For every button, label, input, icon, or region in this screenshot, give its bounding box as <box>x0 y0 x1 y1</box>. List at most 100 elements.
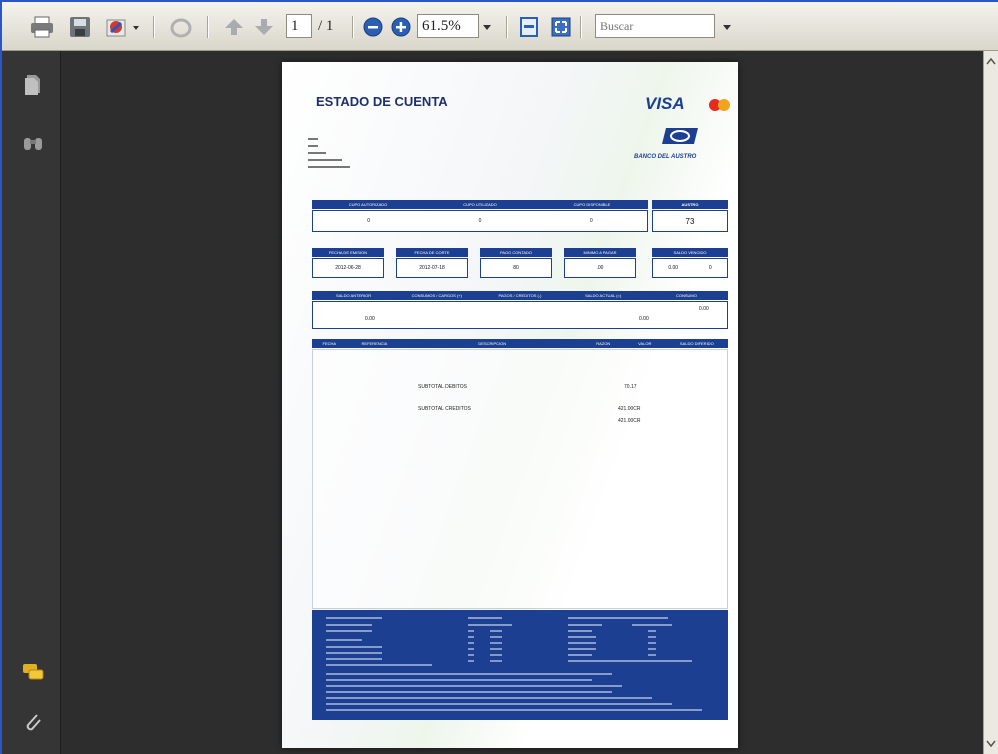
chevron-down-icon <box>483 25 491 30</box>
austro-label: AUSTRO <box>681 202 699 207</box>
bookmarks-panel-button[interactable] <box>22 131 44 153</box>
zoom-in-icon <box>391 17 411 37</box>
toolbar-separator <box>207 16 209 38</box>
page-number-input[interactable] <box>286 14 312 38</box>
print-button[interactable] <box>28 14 56 40</box>
austro-points-value: 73 <box>685 216 695 226</box>
header-cupo-disponible: CUPO DISPONIBLE <box>573 202 611 207</box>
value-cupo-disponible: 0 <box>589 218 593 224</box>
col-valor: VALOR <box>638 341 652 346</box>
scroll-up-icon <box>986 57 996 65</box>
movements-table <box>312 349 728 609</box>
toolbar-separator <box>506 16 508 38</box>
document-title: ESTADO DE CUENTA <box>316 94 448 109</box>
footer-info-panel <box>312 610 728 720</box>
scroll-down-icon <box>986 740 996 748</box>
header-minimo-pagar: MINIMO A PAGAR <box>564 248 636 257</box>
header-pago-contado: PAGO CONTADO <box>480 248 552 257</box>
movements-header: FECHA REFERENCIA DESCRIPCION RAZON VALOR… <box>312 339 728 348</box>
arrow-down-icon <box>255 19 273 35</box>
col-saldo-diferido: SALDO DIFERIDO <box>679 341 714 346</box>
toolbar-separator <box>580 16 582 38</box>
toolbar: / 1 <box>2 2 998 51</box>
hand-icon <box>170 18 192 38</box>
header-saldo-anterior: SALDO ANTERIOR <box>336 293 372 298</box>
save-icon <box>70 17 90 37</box>
pdf-page: ESTADO DE CUENTA VISA BANCO DEL AUSTRO C… <box>282 62 738 748</box>
customer-info <box>308 138 350 168</box>
col-descripcion: DESCRIPCION <box>478 341 507 346</box>
subtotal-credits-label: SUBTOTAL CREDITOS <box>418 406 471 412</box>
bank-logo <box>662 124 702 151</box>
header-saldo-vencido: SALDO VENCIDO <box>652 248 728 257</box>
value-saldo-vencido: 0.00 0 <box>652 258 728 278</box>
mastercard-logo <box>708 98 732 117</box>
header-cupo-autorizado: CUPO AUTORIZADO <box>348 202 388 207</box>
credit-summary-values: 0 0 0 <box>312 210 648 232</box>
bank-name: BANCO DEL AUSTRO <box>634 154 697 160</box>
subtotal-debits-label: SUBTOTAL DEBITOS <box>418 384 467 390</box>
value-cupo-utilizado: 0 <box>478 218 482 224</box>
navigation-pane <box>2 51 61 754</box>
value-fecha-emision: 2012-06-28 <box>312 258 384 278</box>
zoom-out-icon <box>363 17 383 37</box>
print-icon <box>31 16 53 38</box>
chevron-down-icon <box>723 25 731 30</box>
pages-panel-button[interactable] <box>22 73 44 95</box>
subtotal-credits-value: 421.00CR <box>618 406 641 412</box>
comments-panel-button[interactable] <box>22 661 44 683</box>
value-pago-contado: 80 <box>480 258 552 278</box>
zoom-dropdown-button[interactable] <box>478 14 496 40</box>
sign-icon <box>106 19 139 37</box>
toolbar-separator <box>352 16 354 38</box>
zoom-in-button[interactable] <box>387 14 415 40</box>
sign-button[interactable] <box>104 14 144 40</box>
next-page-button[interactable] <box>250 14 278 40</box>
fit-page-icon <box>520 17 538 37</box>
fit-page-button[interactable] <box>515 14 543 40</box>
header-consumos: CONSUMOS / CARGOS (+) <box>411 293 462 298</box>
subtotal-credits-value-2: 421.00CR <box>618 418 641 424</box>
balance-values: 0.00 0.00 0.00 <box>312 301 728 329</box>
austro-points-box: 73 <box>652 210 728 232</box>
binoculars-icon <box>24 138 42 150</box>
credit-summary-header: CUPO AUTORIZADO CUPO UTILIZADO CUPO DISP… <box>312 200 648 209</box>
toolbar-separator <box>153 16 155 38</box>
header-cupo-utilizado: CUPO UTILIZADO <box>463 202 497 207</box>
comments-icon <box>23 664 44 680</box>
arrow-up-icon <box>225 19 243 35</box>
col-razon: RAZON <box>596 341 611 346</box>
zoom-level-input[interactable] <box>417 14 479 38</box>
fullscreen-icon <box>551 17 571 37</box>
search-input[interactable] <box>595 14 715 38</box>
header-consumo: CONSUMO <box>675 293 697 298</box>
balance-header: SALDO ANTERIOR CONSUMOS / CARGOS (+) PAG… <box>312 291 728 300</box>
col-fecha: FECHA <box>322 341 337 346</box>
austro-points-header: AUSTRO <box>652 200 728 209</box>
header-pagos: PAGOS / CREDITOS (-) <box>498 293 542 298</box>
attachments-panel-button[interactable] <box>22 711 44 733</box>
value-minimo-pagar: .00 <box>564 258 636 278</box>
pages-icon <box>25 75 40 95</box>
value-saldo-actual: 0.00 <box>639 316 649 322</box>
header-saldo-actual: SALDO ACTUAL (=) <box>585 293 622 298</box>
value-cupo-autorizado: 0 <box>367 218 371 224</box>
visa-logo: VISA <box>645 94 685 113</box>
vertical-scrollbar[interactable] <box>983 51 998 754</box>
paperclip-icon <box>26 714 41 731</box>
subtotal-debits-value: 70.17 <box>624 384 637 390</box>
header-fecha-emision: FECHA DE EMISION <box>312 248 384 257</box>
save-button[interactable] <box>66 14 94 40</box>
page-total-label: / 1 <box>318 18 334 34</box>
previous-page-button[interactable] <box>220 14 248 40</box>
fullscreen-button[interactable] <box>547 14 575 40</box>
value-fecha-corte: 2012-07-18 <box>396 258 468 278</box>
zoom-out-button[interactable] <box>359 14 387 40</box>
value-saldo-anterior: 0.00 <box>365 316 375 322</box>
markup-button[interactable] <box>167 14 195 40</box>
value-consumo: 0.00 <box>699 306 709 312</box>
search-dropdown-button[interactable] <box>718 14 736 40</box>
header-fecha-corte: FECHA DE CORTE <box>396 248 468 257</box>
col-referencia: REFERENCIA <box>361 341 388 346</box>
footer-fine-print <box>326 617 702 711</box>
